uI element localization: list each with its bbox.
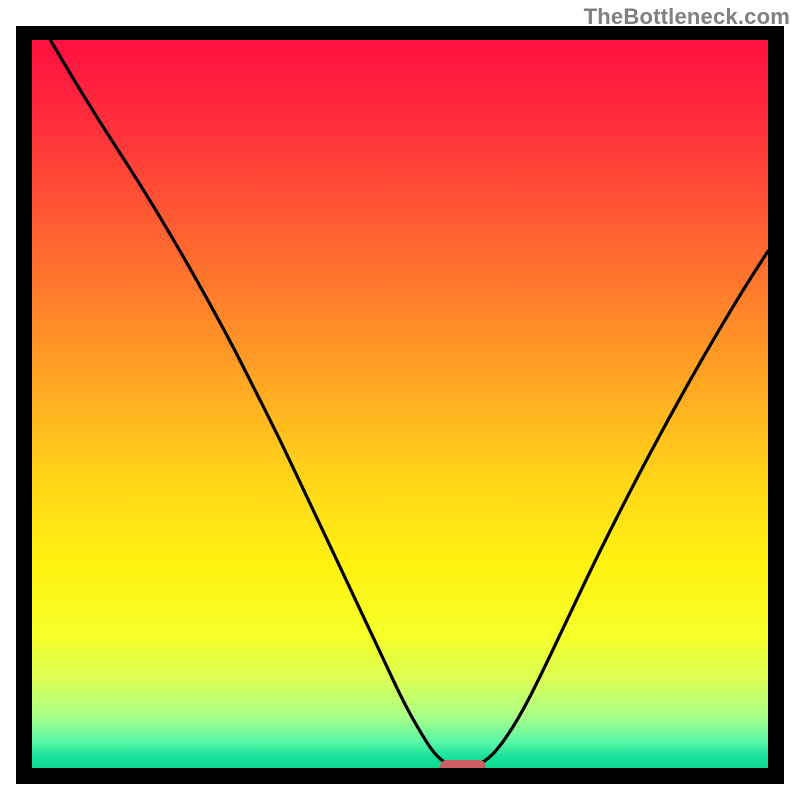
chart-canvas: TheBottleneck.com [0,0,800,800]
plot-area [32,40,768,768]
bottleneck-marker [440,760,486,768]
bottleneck-curve [32,40,768,768]
plot-frame [16,26,784,784]
